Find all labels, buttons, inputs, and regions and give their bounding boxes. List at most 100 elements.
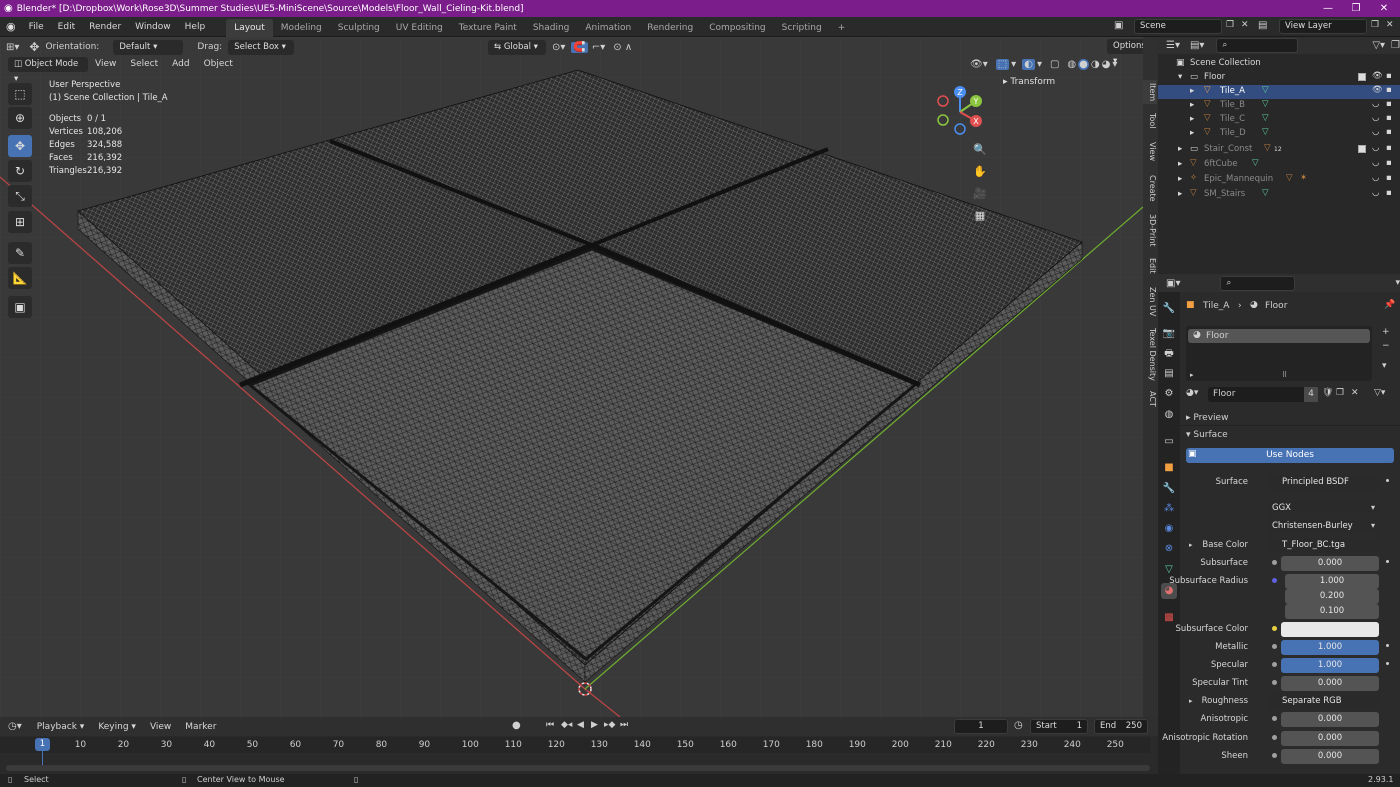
render-camera-icon[interactable]: ▪ — [1386, 143, 1392, 153]
expand-icon[interactable]: ▸ — [1178, 144, 1182, 154]
specular-slider[interactable]: 1.000 — [1281, 658, 1379, 673]
perspective-grid-icon[interactable]: ▦ — [970, 206, 990, 226]
roughness-input-field[interactable]: Separate RGB — [1268, 694, 1379, 709]
current-frame-field[interactable]: 1 — [954, 719, 1008, 734]
render-camera-icon[interactable]: ▪ — [1386, 127, 1392, 137]
render-camera-icon[interactable]: ▪ — [1386, 113, 1392, 123]
surface-panel-header[interactable]: ▾ Surface — [1180, 427, 1400, 443]
subsurface-color-swatch[interactable] — [1281, 622, 1379, 637]
expand-icon[interactable]: ▸ — [1190, 100, 1194, 110]
timeline-menu-view[interactable]: View — [143, 717, 178, 737]
exclude-checkbox[interactable] — [1358, 73, 1366, 81]
eye-closed-icon[interactable]: ◡ — [1372, 158, 1379, 168]
tab-uv-editing[interactable]: UV Editing — [388, 19, 451, 37]
scene-icon[interactable]: ▣ — [1114, 20, 1123, 31]
tab-layout[interactable]: Layout — [226, 18, 273, 37]
tab-modeling[interactable]: Modeling — [273, 19, 330, 37]
eye-closed-icon[interactable]: ◡ — [1372, 173, 1379, 183]
scale-tool[interactable]: ⤡ — [8, 185, 32, 207]
outliner-item-tile-d[interactable]: ▸ ▽ Tile_D ▽ ◡ ▪ — [1158, 127, 1400, 141]
rendered-shading-icon[interactable]: ◕ — [1102, 59, 1111, 70]
side-tab-3d-print[interactable]: 3D-Print — [1143, 212, 1157, 248]
scene-field[interactable]: Scene — [1134, 19, 1222, 34]
add-slot-icon[interactable]: + — [1382, 327, 1390, 337]
expand-icon[interactable]: ▸ — [1178, 189, 1182, 199]
properties-editor-icon[interactable]: ▣▾ — [1166, 278, 1180, 289]
transform-tool[interactable]: ⊞ — [8, 211, 32, 233]
outliner-search-input[interactable]: ⌕ — [1216, 38, 1299, 53]
scene-copy-icon[interactable]: ❐ — [1226, 20, 1234, 30]
tab-scripting[interactable]: Scripting — [774, 19, 830, 37]
close-icon[interactable]: ✕ — [1370, 0, 1398, 17]
duplicate-material-icon[interactable]: ❐ — [1336, 388, 1344, 398]
outliner-item-sm-stairs[interactable]: ▸ ▽ SM_Stairs ▽ ◡ ▪ — [1158, 188, 1400, 202]
play-reverse-icon[interactable]: ◀ — [577, 720, 584, 730]
particles-tab-icon[interactable]: ⁂ — [1161, 501, 1177, 517]
add-workspace-button[interactable]: + — [830, 19, 854, 37]
next-keyframe-icon[interactable]: ▸◆ — [604, 720, 615, 730]
maximize-icon[interactable]: ❐ — [1342, 0, 1370, 17]
object-tab-icon[interactable]: ■ — [1161, 460, 1177, 476]
slot-menu-icon[interactable]: ▾ — [1382, 361, 1387, 371]
collection-tab-icon[interactable]: ▭ — [1161, 434, 1177, 450]
base-color-expand-icon[interactable]: ▸ — [1189, 541, 1193, 549]
menu-help[interactable]: Help — [178, 17, 213, 37]
keyframe-dot[interactable] — [1386, 560, 1389, 563]
start-frame-field[interactable]: Start 1 — [1030, 719, 1088, 734]
jump-start-icon[interactable]: ⏮ — [546, 720, 554, 730]
view-layer-remove-icon[interactable]: ✕ — [1386, 20, 1394, 30]
eye-icon[interactable]: 👁 — [1372, 71, 1383, 81]
zoom-icon[interactable]: 🔍 — [970, 140, 990, 160]
rotate-tool[interactable]: ↻ — [8, 160, 32, 182]
end-frame-field[interactable]: End 250 — [1094, 719, 1148, 734]
expand-icon[interactable]: ▸ — [1190, 128, 1194, 138]
display-mode-icon[interactable]: ▤▾ — [1190, 40, 1204, 51]
playhead[interactable]: 1 — [35, 738, 50, 751]
expand-icon[interactable]: ▸ — [1178, 159, 1182, 169]
transform-orientation-dropdown[interactable]: ⇆ Global ▾ — [488, 39, 546, 55]
annotate-tool[interactable]: ✎ — [8, 242, 32, 264]
eye-closed-icon[interactable]: ◡ — [1372, 113, 1379, 123]
view-layer-icon[interactable]: ▤ — [1258, 20, 1267, 31]
proportional-edit-icon[interactable]: ⊙ ∧ — [613, 42, 632, 53]
distribution-dropdown[interactable]: GGX — [1268, 501, 1379, 516]
menu-edit[interactable]: Edit — [51, 17, 82, 37]
user-count[interactable]: 4 — [1304, 387, 1318, 402]
anisotropic-rotation-slider[interactable]: 0.000 — [1281, 731, 1379, 746]
tab-compositing[interactable]: Compositing — [701, 19, 773, 37]
subsurface-radius-y[interactable]: 0.200 — [1285, 589, 1379, 604]
menu-file[interactable]: File — [22, 17, 51, 37]
tab-rendering[interactable]: Rendering — [639, 19, 701, 37]
tab-shading[interactable]: Shading — [525, 19, 578, 37]
tab-texture-paint[interactable]: Texture Paint — [451, 19, 525, 37]
render-camera-icon[interactable]: ▪ — [1386, 71, 1392, 81]
world-tab-icon[interactable]: ◍ — [1161, 407, 1177, 423]
side-tab-texel-density[interactable]: Texel Density — [1143, 327, 1157, 381]
expand-icon[interactable]: ▸ — [1190, 114, 1194, 124]
physics-tab-icon[interactable]: ◉ — [1161, 521, 1177, 537]
outliner-item-6ftcube[interactable]: ▸ ▽ 6ftCube ▽ ◡ ▪ — [1158, 158, 1400, 172]
prev-keyframe-icon[interactable]: ◆◂ — [561, 720, 572, 730]
timeline-editor-icon[interactable]: ◷▾ — [8, 721, 22, 732]
material-shading-icon[interactable]: ◑ — [1091, 59, 1100, 70]
slot-resize-handle[interactable]: ⠿ — [1282, 371, 1287, 379]
viewport-menu-select[interactable]: Select — [123, 54, 165, 74]
outliner-item-epic-mannequin[interactable]: ▸ ✧ Epic_Mannequin ▽ ✶ ◡ ▪ — [1158, 173, 1400, 187]
subsurface-radius-z[interactable]: 0.100 — [1285, 604, 1379, 619]
eye-closed-icon[interactable]: ◡ — [1372, 143, 1379, 153]
outliner-item-stair-const[interactable]: ▸ ▭ Stair_Const ▽ 12 ◡ ▪ — [1158, 143, 1400, 157]
menu-window[interactable]: Window — [128, 17, 178, 37]
jump-end-icon[interactable]: ⏭ — [620, 720, 628, 730]
view-layer-tab-icon[interactable]: ▤ — [1161, 366, 1177, 382]
metallic-slider[interactable]: 1.000 — [1281, 640, 1379, 655]
menu-render[interactable]: Render — [82, 17, 128, 37]
render-camera-icon[interactable]: ▪ — [1386, 85, 1392, 95]
material-slot-floor[interactable]: Floor — [1188, 329, 1370, 343]
keyframe-dot[interactable] — [1386, 644, 1389, 647]
snap-icon[interactable]: 🧲 — [571, 41, 588, 53]
properties-options-icon[interactable]: ▾ — [1395, 278, 1400, 288]
link-dropdown-icon[interactable]: ▽▾ — [1374, 388, 1385, 398]
material-browse-icon[interactable]: ◕▾ — [1186, 388, 1198, 398]
material-name-field[interactable]: Floor — [1208, 387, 1318, 402]
viewport-menu-view[interactable]: View — [88, 54, 123, 74]
